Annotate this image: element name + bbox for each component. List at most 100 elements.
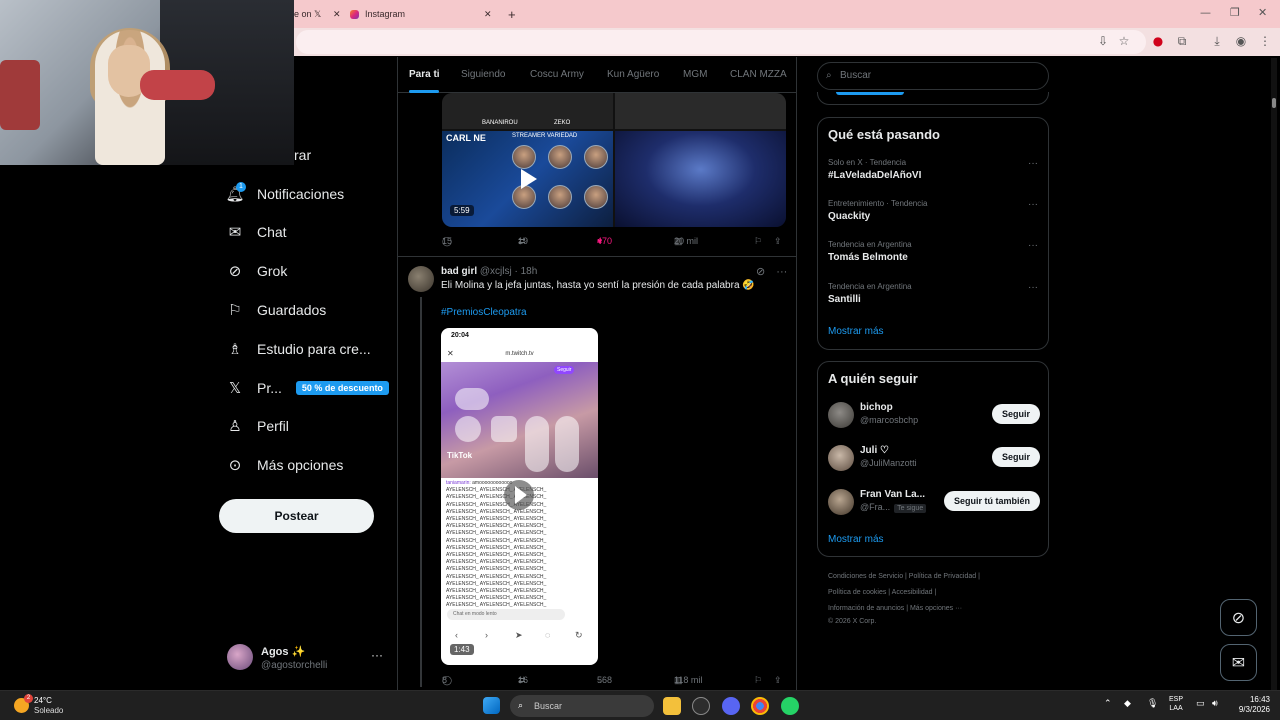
chat-line: AYELENSCH_ AYELENSCH_ AYELENSCH_ <box>446 580 547 587</box>
play-icon[interactable] <box>521 169 537 189</box>
follow-button[interactable]: Seguir <box>991 447 1040 467</box>
video-play-button[interactable] <box>504 480 534 510</box>
clock[interactable]: 16:43 9/3/2026 <box>1228 695 1270 715</box>
sidebar-item-chat[interactable]: ✉ Chat <box>226 217 287 247</box>
sidebar-item-premium[interactable]: 𝕏 Pr... 50 % de descuento <box>226 373 389 403</box>
post-hashtag[interactable]: #PremiosCleopatra <box>441 307 527 318</box>
bookmark-post-icon[interactable]: ⚐ <box>754 675 762 686</box>
page-scrollbar[interactable] <box>1271 58 1277 690</box>
tab-instagram[interactable]: Instagram <box>350 4 490 24</box>
taskbar-search[interactable]: ⌕ Buscar <box>510 695 654 717</box>
profile-avatar-icon[interactable]: ◉ <box>1234 34 1248 48</box>
footer-links-row[interactable]: Política de cookies | Accesibilidad | <box>828 589 1048 596</box>
avatar <box>828 402 854 428</box>
post-handle[interactable]: @xcjlsj <box>480 266 512 277</box>
sidebar-item-creator-studio[interactable]: ♗ Estudio para cre... <box>226 334 370 364</box>
trend-item[interactable]: Solo en X · Tendencia #LaVeladaDelAñoVI … <box>828 158 1040 194</box>
repost-count: 16 <box>518 675 529 685</box>
trend-more-icon[interactable]: ··· <box>1028 240 1038 251</box>
trend-item[interactable]: Tendencia en Argentina Tomás Belmonte ··… <box>828 240 1040 276</box>
trend-more-icon[interactable]: ··· <box>1028 282 1038 293</box>
media-top-left[interactable]: BANANIROU ZEKO <box>442 93 613 129</box>
trend-category: Solo en X · Tendencia <box>828 158 907 167</box>
language-indicator[interactable]: ESP LAA <box>1169 695 1183 713</box>
subscribe-button-edge[interactable] <box>836 92 904 95</box>
follow-button[interactable]: Seguir <box>991 404 1040 424</box>
address-bar[interactable] <box>296 30 1146 54</box>
trend-item[interactable]: Entretenimiento · Tendencia Quackity ··· <box>828 199 1040 235</box>
more-post-icon[interactable]: ··· <box>776 266 787 278</box>
microphone-icon[interactable]: 🎙︎ <box>1147 699 1158 709</box>
sidebar-item-bookmarks[interactable]: ⚐ Guardados <box>226 295 326 325</box>
account-switcher[interactable]: Agos ✨ @agostorchelli ··· <box>227 644 387 674</box>
media-stage-photo[interactable] <box>615 131 786 227</box>
post-video[interactable]: 20:04 ✕ m.twitch.tv Seguir TikTok taniam… <box>441 328 598 665</box>
follow-suggestion[interactable]: bichop @marcosbchp Seguir <box>828 400 1040 430</box>
follow-suggestion[interactable]: Fran Van La... @Fra... Te sigue Seguir tú… <box>828 487 1040 517</box>
sidebar-item-grok[interactable]: ⊘ Grok <box>226 256 288 286</box>
tab-coscu-army[interactable]: Coscu Army <box>530 69 584 80</box>
footer-links-row[interactable]: Información de anuncios | Más opciones ·… <box>828 605 1048 612</box>
tab-para-ti[interactable]: Para ti <box>409 69 440 80</box>
tab-siguiendo[interactable]: Siguiendo <box>461 69 505 80</box>
follow-suggestion[interactable]: Juli ♡ @JuliManzotti Seguir <box>828 443 1040 473</box>
sidebar-item-more-options[interactable]: ⊙ Más opciones <box>226 450 344 480</box>
new-tab-plus-icon[interactable]: + <box>508 4 516 24</box>
trend-item[interactable]: Tendencia en Argentina Santilli ··· <box>828 282 1040 318</box>
browser-menu-icon[interactable]: ⋮ <box>1258 34 1272 48</box>
post-media-grid[interactable]: BANANIROU ZEKO STREAMER VARIEDAD CARL NE… <box>442 93 786 227</box>
footer-links-row[interactable]: Condiciones de Servicio | Política de Pr… <box>828 573 1048 580</box>
media-top-right[interactable] <box>615 93 786 129</box>
bookmark-star-icon[interactable]: ☆ <box>1117 34 1131 48</box>
install-app-icon[interactable]: ⇩ <box>1096 34 1110 48</box>
close-tab-x-icon[interactable]: ✕ <box>333 4 341 24</box>
close-window-icon[interactable]: ✕ <box>1258 6 1267 19</box>
tab-kun-aguero[interactable]: Kun Agüero <box>607 69 659 80</box>
avatar[interactable] <box>408 266 434 292</box>
taskbar: 2 24°C Soleado ⌕ Buscar ⌃ ◆ 🎙︎ ESP LAA ▭… <box>0 690 1280 720</box>
show-more-trends-link[interactable]: Mostrar más <box>828 326 884 337</box>
sidebar-item-explore-partial[interactable]: rar <box>294 140 311 170</box>
trend-more-icon[interactable]: ··· <box>1028 158 1038 169</box>
post-author[interactable]: bad girl <box>441 266 477 277</box>
tab-clan-mzza[interactable]: CLAN MZZA <box>730 69 787 80</box>
maximize-icon[interactable]: ❐ <box>1230 6 1240 19</box>
share-icon[interactable]: ⇪ <box>774 236 782 247</box>
bookmark-post-icon[interactable]: ⚐ <box>754 236 762 247</box>
volume-icon[interactable]: 🔊︎ <box>1212 699 1218 709</box>
file-explorer-icon[interactable] <box>663 697 681 715</box>
extension-opera-icon[interactable]: ● <box>1151 34 1165 48</box>
account-more-icon[interactable]: ··· <box>371 648 383 662</box>
chat-line: AYELENSCH_ AYELENSCH_ AYELENSCH_ <box>446 595 547 602</box>
share-icon[interactable]: ⇪ <box>774 675 782 686</box>
show-more-follow-link[interactable]: Mostrar más <box>828 534 884 545</box>
scrollbar-thumb[interactable] <box>1272 98 1276 108</box>
show-hidden-icons-icon[interactable]: ⌃ <box>1104 699 1112 709</box>
windows-start-icon[interactable] <box>483 697 500 714</box>
search-input[interactable]: ⌕ Buscar <box>817 62 1049 90</box>
sidebar-item-profile[interactable]: ♙ Perfil <box>226 411 289 441</box>
post-text: Eli Molina y la jefa juntas, hasta yo se… <box>441 280 755 291</box>
minimize-icon[interactable]: — <box>1200 6 1211 19</box>
post-button[interactable]: Postear <box>219 499 374 533</box>
trend-more-icon[interactable]: ··· <box>1028 199 1038 210</box>
whatsapp-icon[interactable] <box>781 697 799 715</box>
messages-fab-icon[interactable]: ✉ <box>1220 644 1257 681</box>
discord-icon[interactable] <box>722 697 740 715</box>
close-tab-instagram-icon[interactable]: ✕ <box>484 4 492 24</box>
weather-widget[interactable]: 2 24°C Soleado <box>12 694 82 717</box>
grok-post-icon[interactable]: ⊘ <box>756 266 765 278</box>
settings-icon[interactable] <box>692 697 710 715</box>
network-icon[interactable]: ▭ <box>1196 699 1205 709</box>
downloads-icon[interactable]: ⤓ <box>1210 34 1224 48</box>
extensions-puzzle-icon[interactable]: ⧉ <box>1175 34 1189 48</box>
tab-mgm[interactable]: MGM <box>683 69 707 80</box>
media-video[interactable]: STREAMER VARIEDAD CARL NE 5:59 <box>442 131 613 227</box>
tray-app-icon[interactable]: ◆ <box>1124 699 1131 709</box>
grok-fab-icon[interactable]: ⊘ <box>1220 599 1257 636</box>
follow-back-button[interactable]: Seguir tú también <box>943 491 1040 511</box>
follow-handle: @JuliManzotti <box>860 458 917 468</box>
webcam-microphone <box>140 70 215 100</box>
post-time[interactable]: · 18h <box>515 266 538 277</box>
chrome-icon[interactable] <box>751 697 769 715</box>
